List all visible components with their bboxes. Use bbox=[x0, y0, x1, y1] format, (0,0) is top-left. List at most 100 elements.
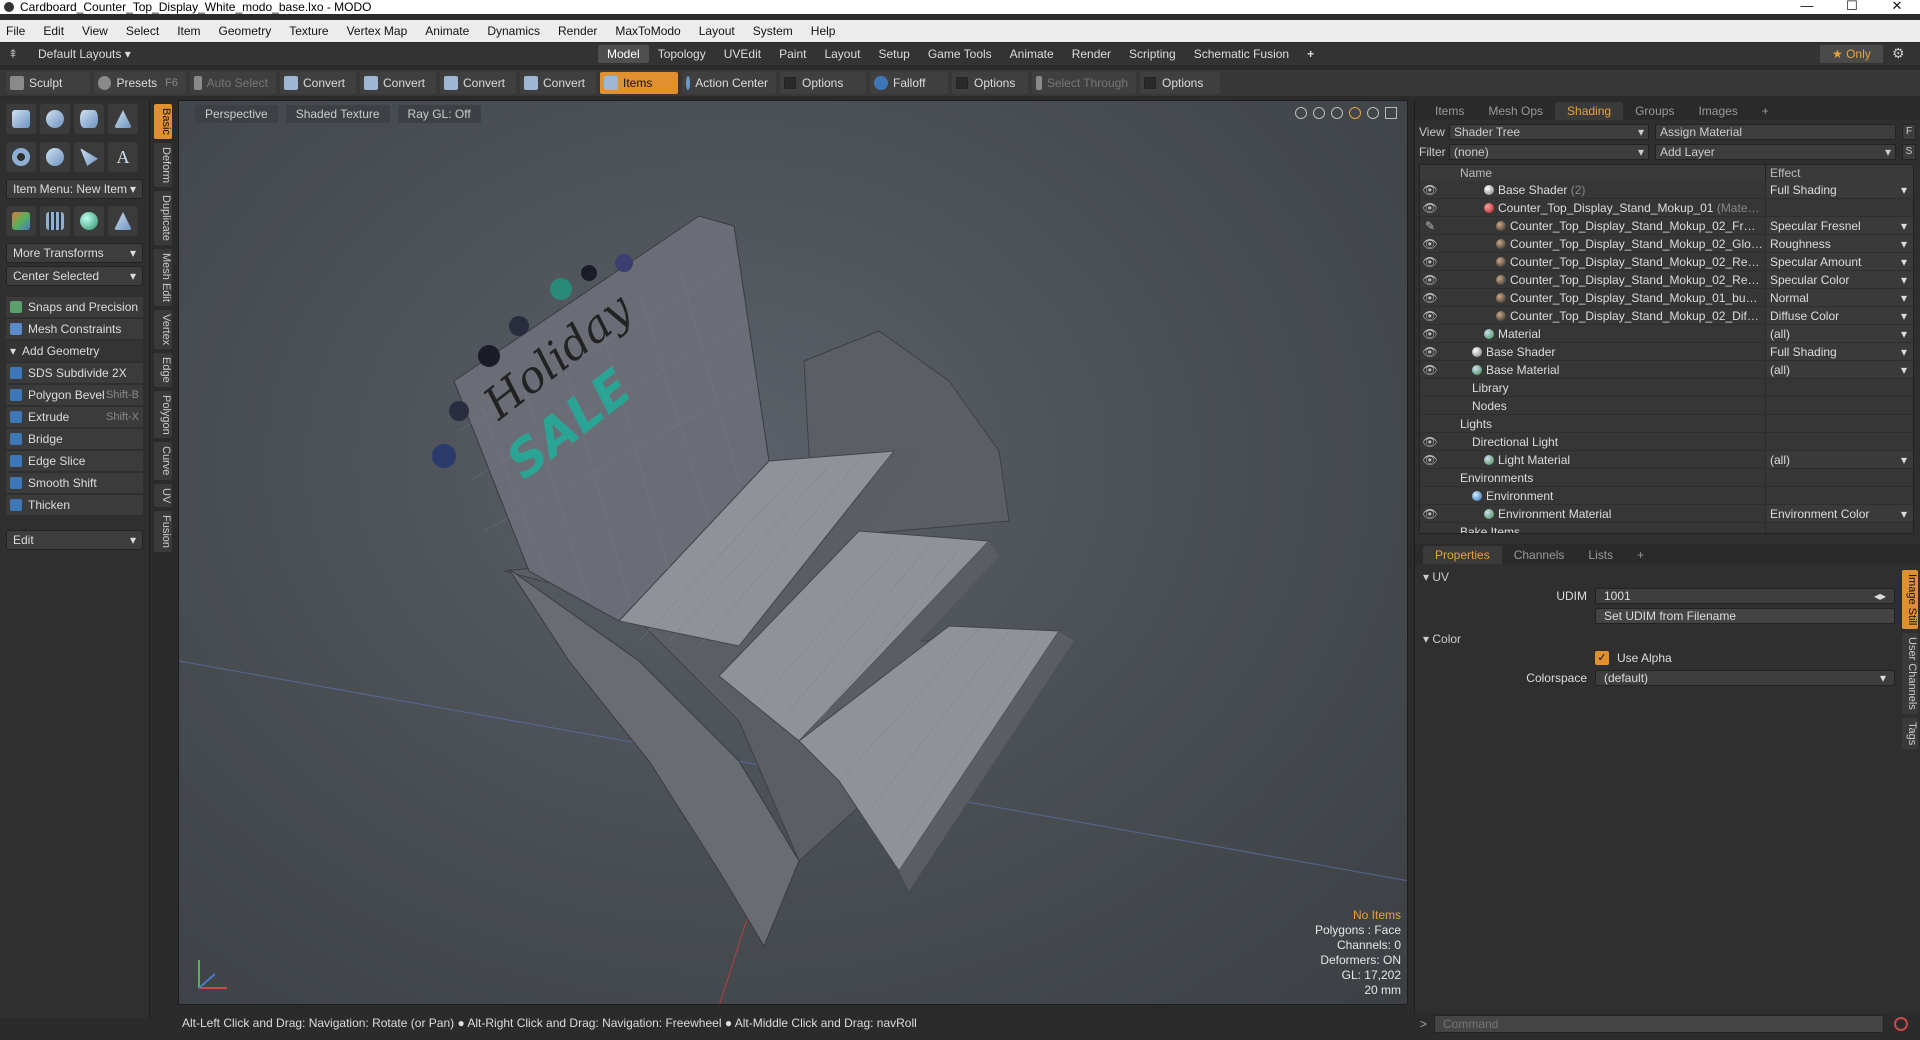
filter-dropdown[interactable]: (none) ▾ bbox=[1449, 144, 1649, 160]
grid-icon[interactable] bbox=[40, 206, 70, 236]
polygon-bevel-button[interactable]: Polygon Bevel Shift-B bbox=[6, 385, 143, 405]
options-checkbox[interactable] bbox=[784, 77, 796, 89]
udim-stepper-icon[interactable]: ◂▸ bbox=[1874, 589, 1886, 603]
auto-select-button[interactable]: Auto Select bbox=[190, 72, 276, 94]
tab-properties[interactable]: Properties bbox=[1423, 546, 1502, 564]
rotate-view-icon[interactable] bbox=[1313, 107, 1325, 119]
torus-primitive-icon[interactable] bbox=[6, 142, 36, 172]
vtab-image-still[interactable]: Image Still bbox=[1902, 570, 1918, 630]
tab-game-tools[interactable]: Game Tools bbox=[919, 45, 1001, 63]
stop-command-icon[interactable] bbox=[1894, 1017, 1908, 1031]
f-button[interactable]: F bbox=[1902, 124, 1916, 140]
visibility-eye-icon[interactable] bbox=[1420, 397, 1440, 414]
menu-edit[interactable]: Edit bbox=[43, 24, 64, 38]
visibility-eye-icon[interactable]: 👁 bbox=[1420, 307, 1440, 324]
menu-render[interactable]: Render bbox=[558, 24, 597, 38]
falloff-button[interactable]: Falloff bbox=[870, 72, 948, 94]
snaps-precision-button[interactable]: Snaps and Precision bbox=[6, 297, 143, 317]
shader-tree-row[interactable]: 👁 Counter_Top_Display_Stand_Mokup_02_Dif…… bbox=[1420, 307, 1913, 325]
visibility-eye-icon[interactable]: 👁 bbox=[1420, 289, 1440, 306]
add-properties-tab-button[interactable]: + bbox=[1625, 546, 1656, 564]
shader-tree-row[interactable]: Lights bbox=[1420, 415, 1913, 433]
tab-render[interactable]: Render bbox=[1063, 45, 1120, 63]
zoom-view-icon[interactable] bbox=[1331, 107, 1343, 119]
effect-dropdown[interactable]: Diffuse Color ▾ bbox=[1766, 307, 1913, 324]
tab-scripting[interactable]: Scripting bbox=[1120, 45, 1185, 63]
settings-gear-icon[interactable]: ⚙ bbox=[1892, 45, 1905, 62]
add-geometry-section[interactable]: ▾ Add Geometry bbox=[6, 341, 143, 361]
more-transforms-dropdown[interactable]: More Transforms ▾ bbox=[6, 243, 143, 263]
menu-animate[interactable]: Animate bbox=[425, 24, 469, 38]
effect-dropdown[interactable]: Roughness ▾ bbox=[1766, 235, 1913, 252]
menu-view[interactable]: View bbox=[82, 24, 108, 38]
edit-dropdown[interactable]: Edit ▾ bbox=[6, 530, 143, 550]
shader-tree-row[interactable]: 👁 Counter_Top_Display_Stand_Mokup_02_Glo…… bbox=[1420, 235, 1913, 253]
falloff-options-button[interactable]: Options bbox=[952, 72, 1028, 94]
menu-dynamics[interactable]: Dynamics bbox=[487, 24, 540, 38]
visibility-eye-icon[interactable]: 👁 bbox=[1420, 235, 1440, 252]
shader-tree-row[interactable]: 👁 Counter_Top_Display_Stand_Mokup_02_Re… S… bbox=[1420, 253, 1913, 271]
effect-dropdown[interactable]: (all) ▾ bbox=[1766, 361, 1913, 378]
effect-dropdown[interactable]: Specular Color ▾ bbox=[1766, 271, 1913, 288]
shader-tree-row[interactable]: 👁 Base Shader Full Shading ▾ bbox=[1420, 343, 1913, 361]
menu-system[interactable]: System bbox=[753, 24, 793, 38]
vtab-uv[interactable]: UV bbox=[154, 483, 172, 508]
convert-items-button[interactable]: Convert bbox=[520, 72, 596, 94]
convert-polygons-button[interactable]: Convert bbox=[440, 72, 516, 94]
edge-slice-button[interactable]: Edge Slice bbox=[6, 451, 143, 471]
effect-dropdown[interactable]: Full Shading ▾ bbox=[1766, 181, 1913, 198]
shader-tree-row[interactable]: 👁 Counter_Top_Display_Stand_Mokup_01_bu… N… bbox=[1420, 289, 1913, 307]
tab-model[interactable]: Model bbox=[598, 45, 649, 63]
bridge-button[interactable]: Bridge bbox=[6, 429, 143, 449]
shader-tree-row[interactable]: Nodes bbox=[1420, 397, 1913, 415]
mesh-constraints-button[interactable]: Mesh Constraints bbox=[6, 319, 143, 339]
vtab-duplicate[interactable]: Duplicate bbox=[154, 190, 172, 245]
shader-tree-row[interactable]: 👁 Counter_Top_Display_Stand_Mokup_02_Re… S… bbox=[1420, 271, 1913, 289]
name-column-header[interactable]: Name bbox=[1440, 165, 1766, 181]
only-toggle[interactable]: ★ Only bbox=[1820, 45, 1883, 63]
presets-button[interactable]: Presets F6 bbox=[94, 72, 186, 94]
tab-animate[interactable]: Animate bbox=[1001, 45, 1063, 63]
shader-tree-row[interactable]: 👁 Base Material (all) ▾ bbox=[1420, 361, 1913, 379]
visibility-eye-icon[interactable]: 👁 bbox=[1420, 505, 1440, 522]
visibility-eye-icon[interactable]: 👁 bbox=[1420, 325, 1440, 342]
menu-maxtomodo[interactable]: MaxToModo bbox=[615, 24, 680, 38]
visibility-eye-icon[interactable]: ✎ bbox=[1420, 217, 1440, 234]
tab-paint[interactable]: Paint bbox=[770, 45, 815, 63]
visibility-eye-icon[interactable] bbox=[1420, 487, 1440, 504]
center-selected-dropdown[interactable]: Center Selected ▾ bbox=[6, 266, 143, 286]
menu-geometry[interactable]: Geometry bbox=[219, 24, 272, 38]
thicken-button[interactable]: Thicken bbox=[6, 495, 143, 515]
select-through-button[interactable]: Select Through bbox=[1032, 72, 1136, 94]
effect-dropdown[interactable]: Normal ▾ bbox=[1766, 289, 1913, 306]
cube-primitive-icon[interactable] bbox=[6, 104, 36, 134]
tab-shading[interactable]: Shading bbox=[1555, 102, 1624, 120]
shader-tree-row[interactable]: ✎ Counter_Top_Display_Stand_Mokup_02_Fr… S… bbox=[1420, 217, 1913, 235]
shader-tree-row[interactable]: 👁 Base Shader (2) Full Shading ▾ bbox=[1420, 181, 1913, 199]
vtab-curve[interactable]: Curve bbox=[154, 442, 172, 480]
vtab-deform[interactable]: Deform bbox=[154, 142, 172, 187]
close-button[interactable]: ✕ bbox=[1877, 0, 1917, 14]
effect-dropdown[interactable]: Full Shading ▾ bbox=[1766, 343, 1913, 360]
shading-mode-dropdown[interactable]: Shaded Texture bbox=[285, 105, 390, 123]
menu-vertex-map[interactable]: Vertex Map bbox=[347, 24, 408, 38]
select-through-options-button[interactable]: Options bbox=[1140, 72, 1220, 94]
shader-tree-row[interactable]: 👁 Directional Light bbox=[1420, 433, 1913, 451]
visibility-eye-icon[interactable]: 👁 bbox=[1420, 253, 1440, 270]
shader-tree-row[interactable]: Environment bbox=[1420, 487, 1913, 505]
viewport-expand-icon[interactable] bbox=[1385, 107, 1397, 119]
default-layouts-dropdown[interactable]: Default Layouts ▾ bbox=[38, 47, 598, 61]
visibility-eye-icon[interactable] bbox=[1420, 379, 1440, 396]
visibility-eye-icon[interactable]: 👁 bbox=[1420, 343, 1440, 360]
menu-texture[interactable]: Texture bbox=[289, 24, 328, 38]
viewport-settings-icon[interactable] bbox=[1367, 107, 1379, 119]
shader-tree-row[interactable]: 👁 Environment Material Environment Color ▾ bbox=[1420, 505, 1913, 523]
add-layer-dropdown[interactable]: Add Layer ▾ bbox=[1655, 144, 1896, 160]
items-mode-button[interactable]: Items bbox=[600, 72, 678, 94]
smooth-shift-button[interactable]: Smooth Shift bbox=[6, 473, 143, 493]
visibility-eye-icon[interactable]: 👁 bbox=[1420, 361, 1440, 378]
vtab-polygon[interactable]: Polygon bbox=[154, 390, 172, 439]
vtab-fusion[interactable]: Fusion bbox=[154, 511, 172, 553]
color-section-header[interactable]: ▾ Color bbox=[1415, 630, 1920, 648]
menu-help[interactable]: Help bbox=[811, 24, 836, 38]
